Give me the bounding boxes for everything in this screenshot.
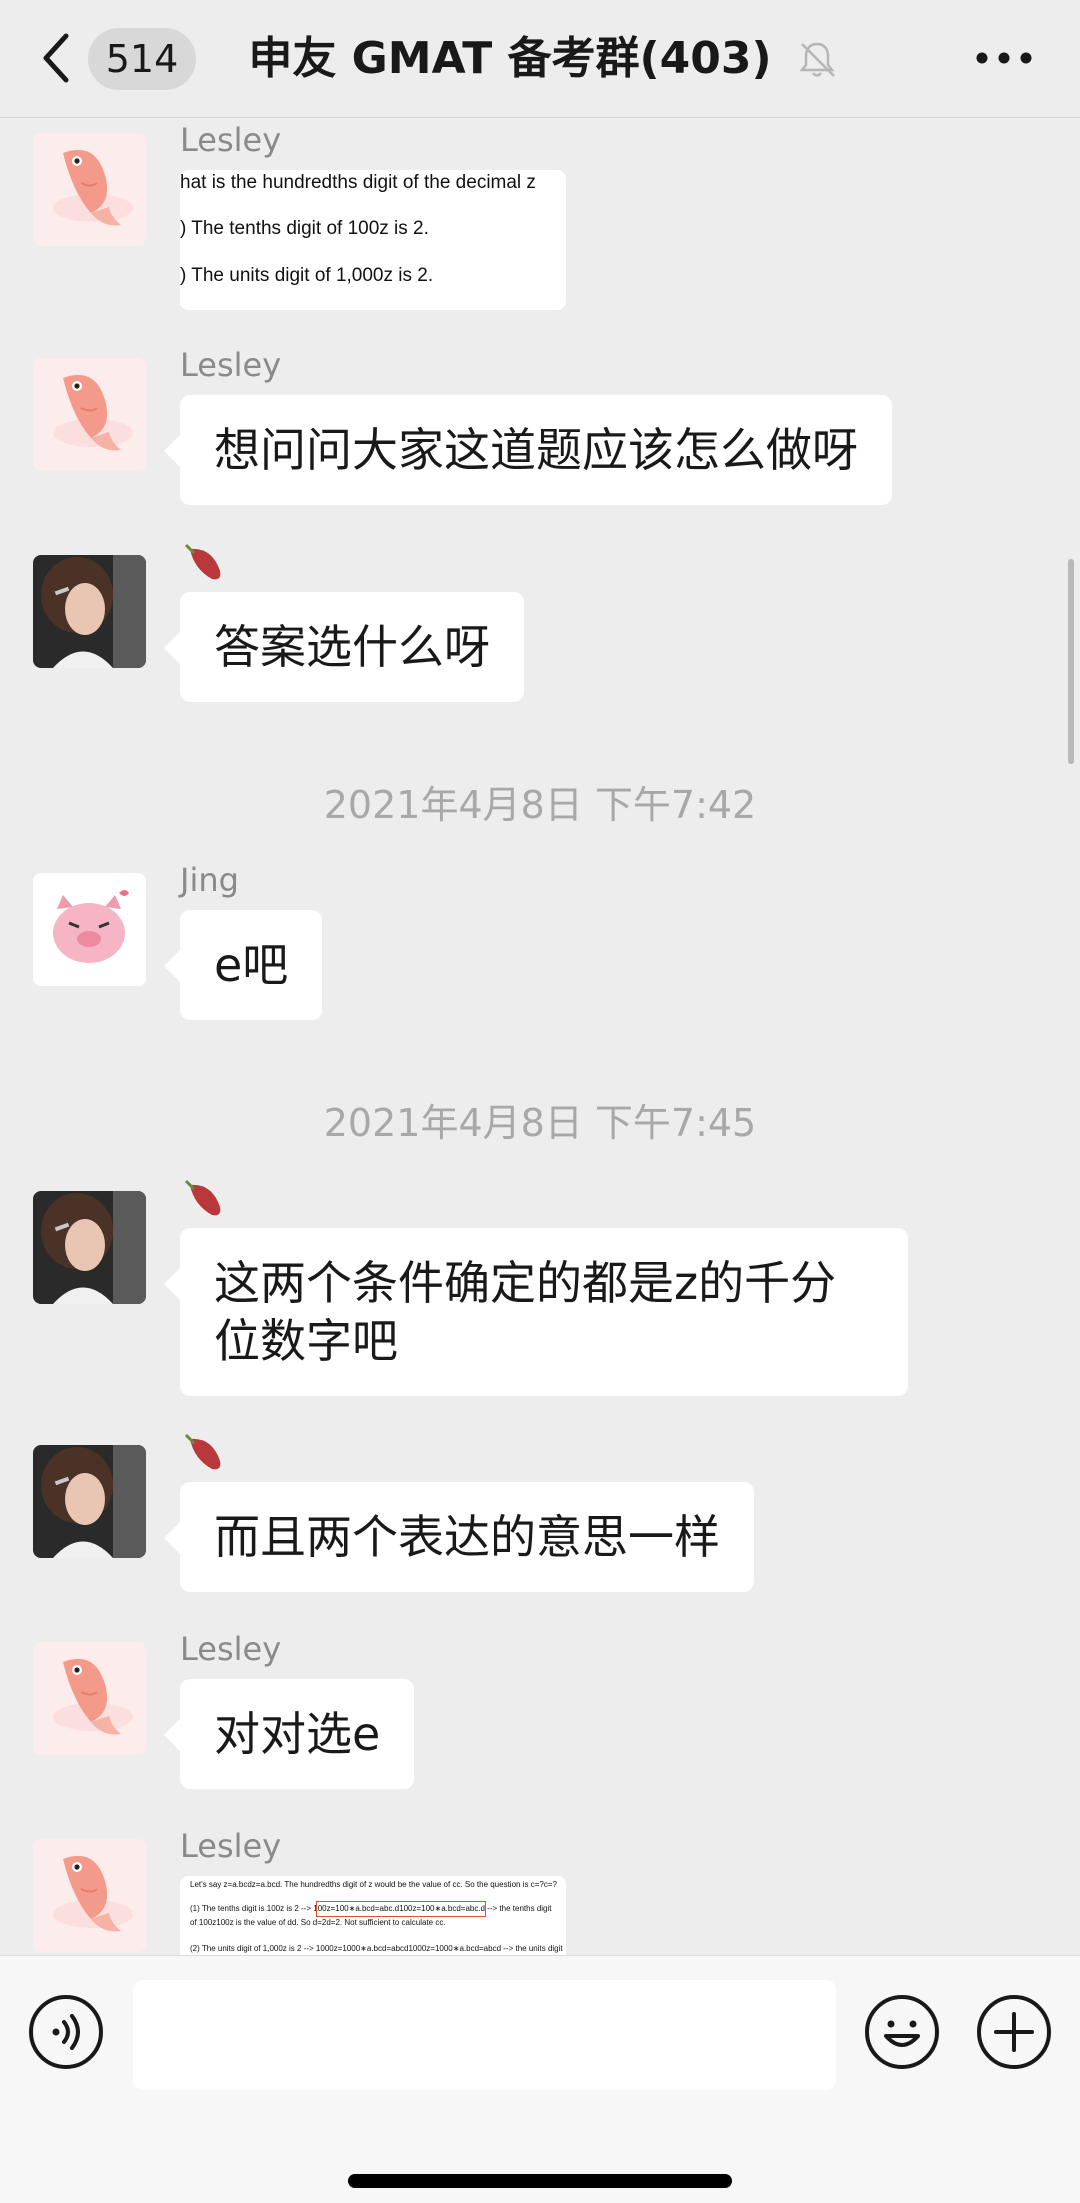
- message-bubble[interactable]: 这两个条件确定的都是z的千分 位数字吧: [164, 1228, 908, 1396]
- image-text-line: hat is the hundredths digit of the decim…: [180, 172, 536, 193]
- portrait-avatar-icon: [33, 555, 146, 668]
- voice-icon[interactable]: [28, 1994, 104, 2070]
- message-bubble[interactable]: 而且两个表达的意思一样: [164, 1482, 754, 1592]
- input-bar: [0, 1955, 1080, 2203]
- image-text-line: of 100z100z is the value of dd. So d=2d=…: [190, 1918, 446, 1927]
- chat-title: 申友 GMAT 备考群(403): [248, 33, 772, 84]
- image-message[interactable]: hat is the hundredths digit of the decim…: [180, 170, 566, 310]
- avatar[interactable]: [33, 555, 146, 668]
- avatar[interactable]: [33, 1642, 146, 1755]
- nav-bar: 514 申友 GMAT 备考群(403): [0, 0, 1080, 118]
- image-text-line: ) The units digit of 1,000z is 2.: [180, 265, 434, 286]
- pink-pig-avatar-icon: [33, 873, 146, 986]
- message-text-line: 位数字吧: [214, 1314, 398, 1368]
- chevron-left-icon[interactable]: [36, 28, 76, 88]
- sender-name: Lesley: [180, 121, 282, 159]
- message-bubble[interactable]: 答案选什么呀: [164, 592, 524, 702]
- message-bubble[interactable]: 对对选e: [163, 1679, 415, 1789]
- avatar[interactable]: [33, 358, 146, 471]
- highlight-box: [316, 1901, 486, 1917]
- bell-off-icon: [799, 42, 835, 77]
- koi-fish-avatar-icon: [33, 358, 146, 471]
- avatar[interactable]: [33, 1191, 146, 1304]
- avatar[interactable]: [33, 1445, 146, 1558]
- unread-count-badge[interactable]: 514: [88, 28, 196, 90]
- portrait-avatar-icon: [33, 1191, 146, 1304]
- sweet-potato-icon: [184, 1433, 221, 1470]
- sender-name: Jing: [180, 861, 239, 899]
- sender-name: Lesley: [180, 346, 282, 384]
- message-bubble[interactable]: e吧: [163, 910, 323, 1020]
- avatar[interactable]: [33, 1839, 146, 1952]
- sender-name: Lesley: [180, 1630, 282, 1668]
- message-input[interactable]: [133, 1980, 836, 2090]
- plus-icon[interactable]: [976, 1994, 1052, 2070]
- sweet-potato-icon: [184, 1179, 221, 1216]
- avatar[interactable]: [33, 873, 146, 986]
- timestamp: 2021年4月8日 下午7:42: [323, 783, 757, 827]
- image-text-line: (2) The units digit of 1,000z is 2 --> 1…: [190, 1944, 563, 1953]
- image-text-line: Let's say z=a.bcdz=a.bcd. The hundredths…: [190, 1880, 557, 1889]
- sweet-potato-icon: [184, 543, 221, 580]
- timestamp: 2021年4月8日 下午7:45: [323, 1101, 757, 1145]
- koi-fish-avatar-icon: [33, 1839, 146, 1952]
- message-bubble[interactable]: 想问问大家这道题应该怎么做呀: [164, 395, 892, 505]
- emoji-icon[interactable]: [864, 1994, 940, 2070]
- image-text-line: ) The tenths digit of 100z is 2.: [180, 218, 429, 239]
- avatar[interactable]: [33, 133, 146, 246]
- koi-fish-avatar-icon: [33, 133, 146, 246]
- portrait-avatar-icon: [33, 1445, 146, 1558]
- chat-area[interactable]: Lesley hat is the hundredths digit of th…: [0, 119, 1080, 1955]
- sender-name: Lesley: [180, 1827, 282, 1865]
- koi-fish-avatar-icon: [33, 1642, 146, 1755]
- message-text-line: 这两个条件确定的都是z的千分: [214, 1256, 837, 1310]
- scrollbar[interactable]: [1068, 559, 1074, 764]
- home-indicator: [348, 2174, 732, 2188]
- more-dots-icon[interactable]: [972, 40, 1036, 76]
- image-message[interactable]: Let's say z=a.bcdz=a.bcd. The hundredths…: [180, 1876, 566, 1955]
